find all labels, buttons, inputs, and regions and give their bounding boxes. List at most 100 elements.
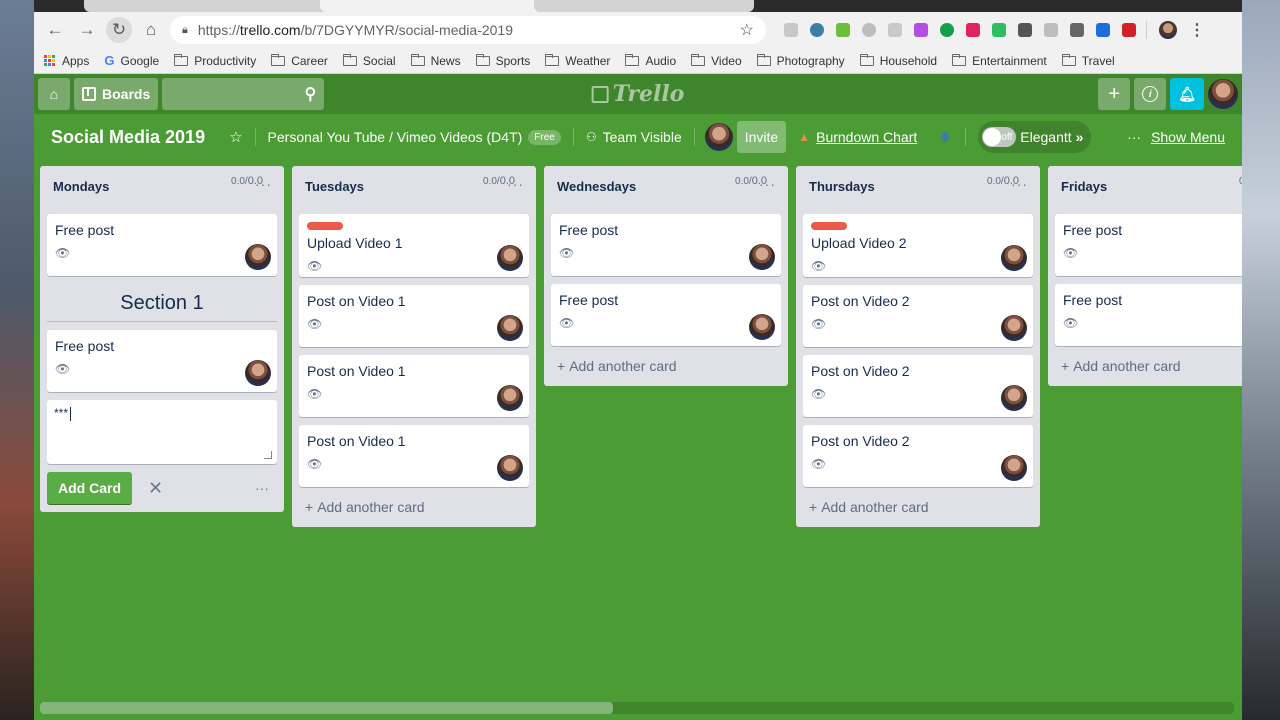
card[interactable]: Free post 👁︎ (1055, 284, 1242, 346)
bookmark-apps[interactable]: Apps (44, 54, 89, 68)
bookmark-entertainment[interactable]: Entertainment (952, 53, 1047, 68)
bookmark-travel[interactable]: Travel (1061, 53, 1115, 68)
list-title[interactable]: Fridays (1061, 179, 1107, 194)
card[interactable]: Post on Video 1 👁︎ (299, 355, 529, 417)
search-input[interactable]: ⚲ (162, 78, 325, 110)
board-member-avatar[interactable] (704, 123, 733, 151)
toggle-switch[interactable]: off (982, 127, 1017, 147)
board-title[interactable]: Social Media 2019 (51, 127, 205, 148)
list-menu-icon[interactable]: ··· (759, 176, 776, 192)
burndown-chart-link[interactable]: ▲ Burndown Chart (798, 129, 917, 145)
bookmark-sports[interactable]: Sports (475, 53, 530, 68)
browser-tab[interactable] (534, 0, 754, 12)
card-member-avatar[interactable] (1001, 315, 1027, 341)
bookmark-photography[interactable]: Photography (756, 53, 845, 68)
ext-red-icon[interactable] (1122, 23, 1136, 37)
star-board-icon[interactable]: ☆ (229, 128, 242, 146)
card-member-avatar[interactable] (497, 245, 523, 271)
add-another-card-button[interactable]: + Add another card (1055, 354, 1242, 378)
card-member-avatar[interactable] (1001, 455, 1027, 481)
power-up-icon[interactable] (941, 132, 950, 142)
create-button[interactable]: + (1098, 78, 1131, 110)
card-member-avatar[interactable] (497, 315, 523, 341)
bookmark-video[interactable]: Video (691, 53, 742, 68)
bookmark-news[interactable]: News (410, 53, 461, 68)
bookmark-career[interactable]: Career (271, 53, 328, 68)
bookmark-audio[interactable]: Audio (625, 53, 676, 68)
horizontal-scrollbar[interactable] (40, 702, 1234, 714)
bookmark-social[interactable]: Social (342, 53, 396, 68)
card-member-avatar[interactable] (245, 360, 271, 386)
card-member-avatar[interactable] (749, 314, 775, 340)
card-member-avatar[interactable] (497, 385, 523, 411)
bookmark-star-icon[interactable]: ☆ (740, 20, 754, 40)
member-avatar[interactable] (1208, 79, 1238, 109)
list-title[interactable]: Tuesdays (305, 179, 364, 194)
card[interactable]: Upload Video 2 👁︎ (803, 214, 1033, 277)
card[interactable]: Post on Video 1 👁︎ (299, 285, 529, 347)
address-bar[interactable]: 🔒︎ https://trello.com/b/7DGYYMYR/social-… (170, 16, 766, 44)
list-menu-icon[interactable]: ··· (1011, 176, 1028, 192)
bookmark-weather[interactable]: Weather (545, 53, 610, 68)
card[interactable]: Free post 👁︎ (551, 214, 781, 276)
info-button[interactable]: i (1134, 78, 1167, 110)
ext-purple-icon[interactable] (914, 23, 928, 37)
list-menu-icon[interactable]: ··· (507, 176, 524, 192)
ext-grey-icon[interactable] (784, 23, 798, 37)
ext-pink-icon[interactable] (966, 23, 980, 37)
card-member-avatar[interactable] (245, 244, 271, 270)
profile-avatar[interactable] (1159, 21, 1177, 39)
ext-leaf-icon[interactable] (836, 23, 850, 37)
home-button[interactable]: ⌂ (138, 17, 164, 43)
card-member-avatar[interactable] (1001, 245, 1027, 271)
card[interactable]: Post on Video 2 👁︎ (803, 355, 1033, 417)
browser-tab[interactable] (84, 0, 334, 12)
trello-logo[interactable]: Trello (591, 81, 684, 107)
close-icon[interactable]: ✕ (148, 478, 163, 499)
list-title[interactable]: Wednesdays (557, 179, 636, 194)
ext-e-icon[interactable] (1096, 23, 1110, 37)
show-menu-button[interactable]: ··· Show Menu (1127, 129, 1225, 145)
composer-more-icon[interactable]: ··· (255, 480, 269, 496)
visibility-button[interactable]: ⚇ Team Visible (586, 129, 682, 145)
home-nav-button[interactable]: ⌂ (38, 78, 70, 110)
bookmark-household[interactable]: Household (859, 53, 937, 68)
card[interactable]: Post on Video 1 👁︎ (299, 425, 529, 487)
add-another-card-button[interactable]: + Add another card (551, 354, 781, 378)
card-member-avatar[interactable] (1001, 385, 1027, 411)
card-member-avatar[interactable] (749, 244, 775, 270)
add-card-button[interactable]: Add Card (47, 472, 132, 504)
card[interactable]: Free post 👁︎ (47, 214, 277, 276)
ext-k-icon[interactable] (1044, 23, 1058, 37)
ext-evernote-icon[interactable] (992, 23, 1006, 37)
ext-drive-icon[interactable] (888, 23, 902, 37)
ext-archive-icon[interactable] (1070, 23, 1084, 37)
browser-tab-active[interactable] (320, 0, 560, 12)
invite-button[interactable]: Invite (736, 121, 787, 153)
list-menu-icon[interactable]: ··· (255, 176, 272, 192)
boards-button[interactable]: Boards (74, 78, 159, 110)
card[interactable]: Free post 👁︎ (551, 284, 781, 346)
list-title[interactable]: Mondays (53, 179, 109, 194)
reload-button[interactable]: ↻ (106, 17, 132, 43)
notifications-button[interactable]: 🔔︎ (1170, 78, 1204, 110)
ext-green-bubble-icon[interactable] (940, 23, 954, 37)
ext-circle-icon[interactable] (862, 23, 876, 37)
card[interactable]: Post on Video 2 👁︎ (803, 285, 1033, 347)
card[interactable]: Free post 👁︎ (1055, 214, 1242, 276)
bookmark-google[interactable]: G Google (104, 53, 159, 68)
forward-button[interactable]: → (74, 17, 100, 43)
resize-grip-icon[interactable] (264, 451, 272, 459)
back-button[interactable]: ← (42, 17, 68, 43)
add-another-card-button[interactable]: + Add another card (299, 495, 529, 519)
ext-blue-drop-icon[interactable] (810, 23, 824, 37)
elegantt-toggle[interactable]: off Elegantt » (978, 121, 1092, 153)
bookmark-productivity[interactable]: Productivity (174, 53, 256, 68)
team-button[interactable]: Personal You Tube / Vimeo Videos (D4T) F… (268, 129, 561, 145)
card[interactable]: Free post 👁︎ (47, 330, 277, 392)
scrollbar-thumb[interactable] (40, 702, 614, 714)
ext-pocket-icon[interactable] (1018, 23, 1032, 37)
card[interactable]: Upload Video 1 👁︎ (299, 214, 529, 277)
list-title[interactable]: Thursdays (809, 179, 875, 194)
add-another-card-button[interactable]: + Add another card (803, 495, 1033, 519)
